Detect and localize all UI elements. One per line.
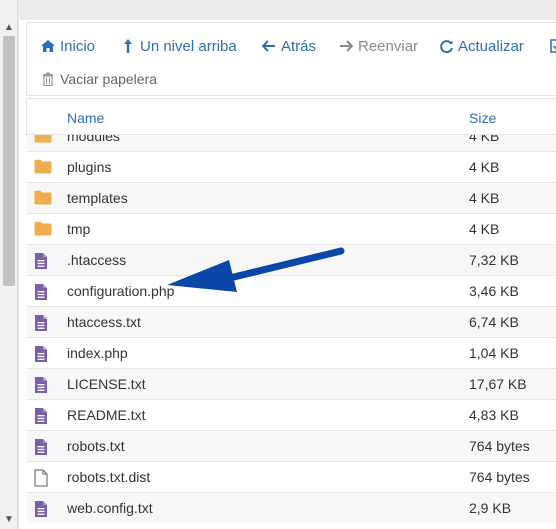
folder-icon — [34, 221, 52, 239]
table-row[interactable]: .htaccess 7,32 KB — [27, 244, 556, 275]
refresh-icon — [437, 37, 455, 55]
file-size: 764 bytes — [469, 438, 530, 454]
text-file-icon — [34, 345, 52, 363]
table-row[interactable]: LICENSE.txt 17,67 KB — [27, 368, 556, 399]
home-icon — [39, 37, 57, 55]
text-file-icon — [34, 407, 52, 425]
file-size: 1,04 KB — [469, 345, 519, 361]
file-name[interactable]: robots.txt — [67, 438, 125, 454]
text-file-icon — [34, 314, 52, 332]
table-row[interactable]: plugins 4 KB — [27, 151, 556, 182]
table-row[interactable]: index.php 1,04 KB — [27, 337, 556, 368]
top-band — [18, 0, 556, 20]
file-size: 764 bytes — [469, 469, 530, 485]
text-file-icon — [34, 438, 52, 456]
file-size: 4 KB — [469, 221, 500, 237]
file-name[interactable]: htaccess.txt — [67, 314, 141, 330]
text-file-icon — [34, 283, 52, 301]
refresh-button[interactable]: Actualizar — [437, 35, 524, 57]
file-name[interactable]: LICENSE.txt — [67, 376, 146, 392]
scroll-down-icon[interactable]: ▼ — [4, 515, 14, 525]
forward-label: Reenviar — [358, 37, 419, 55]
file-table: Name Size modules 4 KB plugins 4 KB template… — [26, 98, 556, 523]
folder-icon — [34, 135, 52, 146]
file-name[interactable]: robots.txt.dist — [67, 469, 150, 485]
file-name[interactable]: modules — [67, 135, 120, 144]
toolbar: Inicio Un nivel arriba Atrás Reenviar Ac… — [26, 22, 556, 96]
file-size: 2,9 KB — [469, 500, 512, 516]
file-name[interactable]: index.php — [67, 345, 128, 361]
table-row[interactable]: tmp 4 KB — [27, 213, 556, 244]
home-label: Inicio — [60, 37, 96, 55]
forward-button[interactable]: Reenviar — [337, 35, 418, 57]
text-file-icon — [34, 500, 52, 518]
table-header: Name Size — [27, 99, 556, 135]
select-all-button[interactable] — [548, 35, 556, 57]
file-icon — [34, 469, 52, 487]
text-file-icon — [34, 376, 52, 394]
name-column-header[interactable]: Name — [67, 110, 104, 126]
level-up-icon — [119, 37, 137, 55]
scroll-thumb[interactable] — [3, 36, 15, 286]
refresh-label: Actualizar — [458, 37, 524, 55]
file-list: modules 4 KB plugins 4 KB templates 4 KB tmp 4 … — [27, 135, 556, 529]
file-name[interactable]: plugins — [67, 159, 111, 175]
file-size: 4 KB — [469, 135, 500, 144]
file-size: 6,74 KB — [469, 314, 519, 330]
file-name[interactable]: .htaccess — [67, 252, 126, 268]
back-label: Atrás — [281, 37, 317, 55]
page-scrollbar[interactable]: ▲ ▼ — [0, 0, 18, 529]
file-size: 17,67 KB — [469, 376, 527, 392]
folder-icon — [34, 190, 52, 208]
arrow-left-icon — [260, 37, 278, 55]
scroll-up-icon[interactable]: ▲ — [4, 23, 14, 33]
file-size: 4 KB — [469, 190, 500, 206]
checkbox-icon — [548, 37, 556, 55]
table-row[interactable]: htaccess.txt 6,74 KB — [27, 306, 556, 337]
file-name[interactable]: configuration.php — [67, 283, 174, 299]
size-column-header[interactable]: Size — [469, 110, 496, 126]
table-row[interactable]: robots.txt.dist 764 bytes — [27, 461, 556, 492]
table-row[interactable]: README.txt 4,83 KB — [27, 399, 556, 430]
file-name[interactable]: tmp — [67, 221, 90, 237]
folder-icon — [34, 159, 52, 177]
table-row[interactable]: robots.txt 764 bytes — [27, 430, 556, 461]
arrow-right-icon — [337, 37, 355, 55]
file-manager-panel: Inicio Un nivel arriba Atrás Reenviar Ac… — [18, 20, 556, 529]
file-name[interactable]: web.config.txt — [67, 500, 153, 516]
text-file-icon — [34, 252, 52, 270]
file-name[interactable]: templates — [67, 190, 128, 206]
table-row[interactable]: templates 4 KB — [27, 182, 556, 213]
table-row[interactable]: modules 4 KB — [27, 135, 556, 151]
trash-icon — [39, 70, 57, 88]
up-level-button[interactable]: Un nivel arriba — [119, 35, 237, 57]
file-size: 4,83 KB — [469, 407, 519, 423]
file-size: 3,46 KB — [469, 283, 519, 299]
empty-trash-button[interactable]: Vaciar papelera — [39, 68, 157, 90]
home-button[interactable]: Inicio — [39, 35, 95, 57]
table-row[interactable]: web.config.txt 2,9 KB — [27, 492, 556, 523]
table-row[interactable]: configuration.php 3,46 KB — [27, 275, 556, 306]
file-size: 7,32 KB — [469, 252, 519, 268]
up-level-label: Un nivel arriba — [140, 37, 237, 55]
back-button[interactable]: Atrás — [260, 35, 316, 57]
file-name[interactable]: README.txt — [67, 407, 146, 423]
file-size: 4 KB — [469, 159, 500, 175]
empty-trash-label: Vaciar papelera — [60, 71, 158, 87]
